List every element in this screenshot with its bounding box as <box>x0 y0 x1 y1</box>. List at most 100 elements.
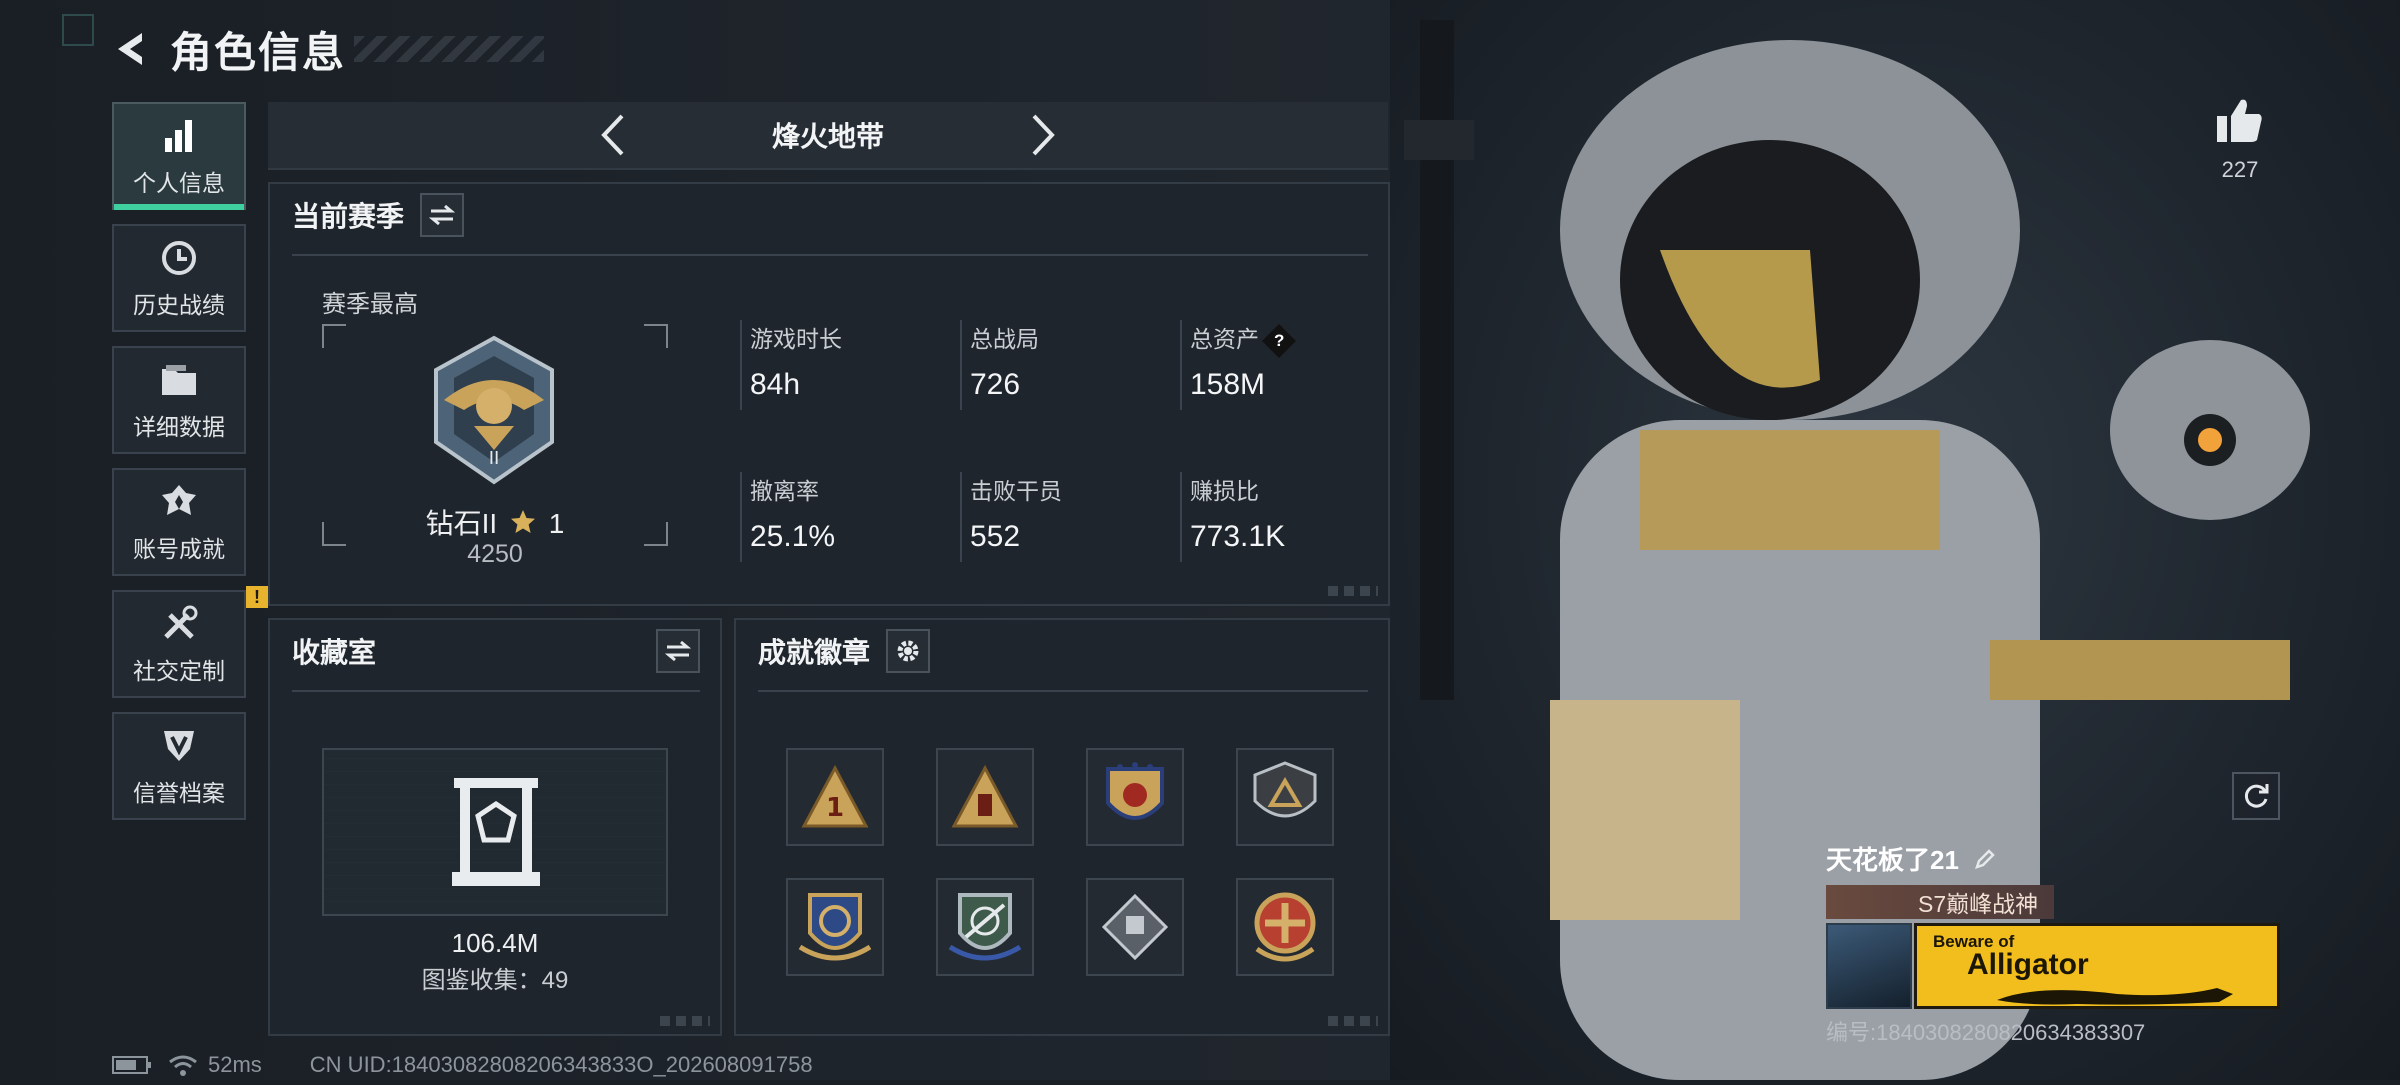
swap-button[interactable] <box>656 629 700 673</box>
chevron-right-icon[interactable] <box>1024 110 1064 160</box>
display-case-icon <box>452 778 540 886</box>
badge-slot[interactable] <box>1236 878 1334 976</box>
rank-star-count: 1 <box>548 508 565 539</box>
edit-pencil-icon[interactable] <box>1973 847 1997 871</box>
gear-icon <box>897 640 919 662</box>
collection-display <box>322 748 668 916</box>
badge-slot[interactable] <box>1236 748 1334 846</box>
sidebar-item-label: 历史战绩 <box>133 292 225 318</box>
battery-icon <box>112 1056 151 1074</box>
thumbs-up-icon <box>2217 99 2262 142</box>
stat-label: 总战局 <box>970 326 1039 352</box>
help-icon[interactable]: ? <box>1262 323 1296 358</box>
rank-score: 4250 <box>467 540 523 568</box>
badge-slot[interactable] <box>786 878 884 976</box>
mode-selector: 烽火地带 <box>268 102 1388 170</box>
player-card: 天花板了21 S7巅峰战神 Beware of Alligator 编号:184… <box>1826 840 2286 1047</box>
badge-rank-one-icon: 1 <box>801 764 869 828</box>
stat-label: 赚损比 <box>1190 478 1259 504</box>
swap-button[interactable] <box>420 193 465 237</box>
badge-slot[interactable] <box>936 878 1034 976</box>
sidebar-item-label: 个人信息 <box>133 170 225 196</box>
collection-count: 图鉴收集：49 <box>421 967 569 994</box>
sidebar-item-credit-record[interactable]: 信誉档案 <box>112 712 246 820</box>
back-arrow-icon[interactable] <box>110 27 154 71</box>
stat-value: 552 <box>970 520 1021 553</box>
divider <box>292 690 700 692</box>
season-title: 当前赛季 <box>292 201 405 232</box>
sidebar-item-achievements[interactable]: 账号成就 <box>112 468 246 576</box>
badge-cross-icon <box>1254 892 1316 962</box>
divider <box>292 254 1368 256</box>
sidebar-item-social-custom[interactable]: ! 社交定制 <box>112 586 268 698</box>
badge-slot[interactable] <box>1086 748 1184 846</box>
stat-value: 773.1K <box>1190 520 1286 553</box>
badge-supply-icon <box>951 764 1019 828</box>
stat-label: 撤离率 <box>750 478 819 504</box>
bar-chart-icon <box>157 114 201 158</box>
stat-label-text: 总资产 <box>1190 326 1259 352</box>
svg-text:II: II <box>489 448 500 469</box>
sidebar-item-detail-data[interactable]: 详细数据 <box>112 346 246 454</box>
stat-extract-rate: 撤离率 25.1% <box>740 472 950 562</box>
tools-icon <box>157 602 201 646</box>
sidebar-item-personal-info[interactable]: 个人信息 <box>112 102 246 210</box>
credit-shield-icon <box>157 724 201 768</box>
stat-operators-defeated: 击败干员 552 <box>960 472 1170 562</box>
panel-corner-decoration <box>1328 1016 1378 1026</box>
sidebar: 个人信息 历史战绩 详细数据 账号成就 ! 社交定制 信誉档案 <box>112 102 268 834</box>
help-glyph: ? <box>1273 330 1285 350</box>
title-decoration <box>354 36 545 62</box>
stat-label: 击败干员 <box>970 478 1062 504</box>
sidebar-item-history[interactable]: 历史战绩 <box>112 224 246 332</box>
badges-title: 成就徽章 <box>758 637 871 668</box>
refresh-icon <box>2244 784 2269 808</box>
player-id: 编号:1840308280820634383307 <box>1826 1020 2146 1045</box>
achievement-badges-panel: 成就徽章 1 <box>734 618 1390 1036</box>
player-title: S7巅峰战神 <box>1918 891 2039 917</box>
rotate-view-button[interactable] <box>2232 772 2280 820</box>
badge-slot[interactable]: 1 <box>786 748 884 846</box>
star-icon <box>510 510 535 533</box>
season-panel: 当前赛季 赛季最高 II 钻石II 1 4250 游戏时长 84h 总战局 72… <box>268 182 1390 606</box>
stat-value: 158M <box>1190 368 1266 401</box>
alligator-graphic-icon <box>1997 988 2233 1005</box>
panel-corner-decoration <box>1328 586 1378 596</box>
rank-name: 钻石II 1 <box>322 502 668 542</box>
player-title-plate: S7巅峰战神 <box>1826 885 2054 919</box>
badge-slot[interactable] <box>1086 878 1184 976</box>
rank-name-text: 钻石II <box>425 508 498 539</box>
stat-total-assets: 总资产? 158M <box>1180 320 1390 410</box>
svg-text:1: 1 <box>826 793 844 823</box>
badge-slot[interactable] <box>936 748 1034 846</box>
sidebar-item-label: 信誉档案 <box>133 780 225 806</box>
stat-value: 84h <box>750 368 801 401</box>
collection-panel[interactable]: 收藏室 106.4M 图鉴收集：49 <box>268 618 722 1036</box>
avatar[interactable] <box>1826 923 1912 1009</box>
divider <box>758 690 1368 692</box>
stat-total-matches: 总战局 726 <box>960 320 1170 410</box>
chevron-left-icon[interactable] <box>592 110 632 160</box>
stat-play-time: 游戏时长 84h <box>740 320 950 410</box>
stat-value: 726 <box>970 368 1021 401</box>
status-bar: 52ms CN UID:18403082808206343833O_202608… <box>112 1052 813 1078</box>
badge-settings-button[interactable] <box>886 629 931 673</box>
corner-marker <box>62 14 94 46</box>
achievement-icon <box>157 480 201 524</box>
wifi-icon <box>169 1055 197 1076</box>
stat-label: 游戏时长 <box>750 326 842 352</box>
player-banner[interactable]: Beware of Alligator <box>1914 923 2280 1009</box>
history-clock-icon <box>157 236 201 280</box>
badge-shield-icon <box>1253 761 1317 818</box>
sidebar-item-label: 社交定制 <box>133 658 225 684</box>
panel-corner-decoration <box>660 1016 710 1026</box>
badge-crosshair-icon <box>948 893 1022 961</box>
like-widget[interactable]: 227 <box>2200 96 2280 183</box>
banner-line-2: Alligator <box>1967 948 2089 981</box>
top-bar: 角色信息 <box>110 20 545 78</box>
swap-icon <box>429 204 456 226</box>
ping-text: 52ms <box>208 1052 262 1077</box>
player-name: 天花板了21 <box>1826 845 1959 875</box>
badge-winged-icon <box>798 893 872 961</box>
collection-value: 106.4M <box>451 928 539 958</box>
